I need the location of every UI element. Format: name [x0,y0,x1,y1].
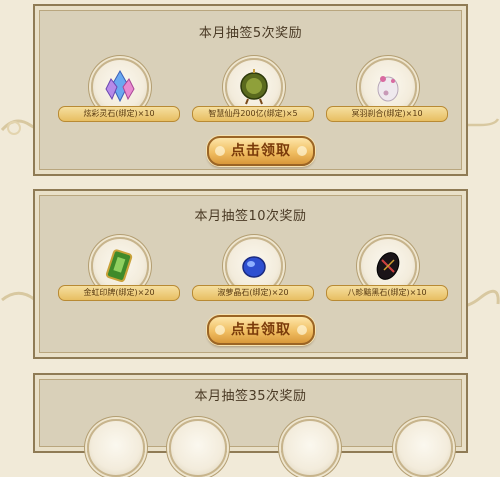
panel-title: 本月抽签35次奖励 [194,389,307,404]
button-flare-left [215,146,225,156]
blue-gem-icon [242,256,266,278]
button-flare-right [297,325,307,335]
reward-label: 炫彩灵石(绑定)×10 [58,106,180,122]
claim-button[interactable]: 点击领取 [207,136,315,166]
reward-icon-frame-partial [87,419,145,477]
button-flare-right [297,146,307,156]
reward-icon-frame-partial [395,419,453,477]
reward-panel-10: 本月抽签10次奖励 金虹印牌(绑定)×20 淑萝晶石(绑定)×20 八畛黯黑石(… [33,189,468,359]
reward-icon-frame-partial [169,419,227,477]
reward-label: 智慧仙丹200亿(绑定)×5 [192,106,314,122]
reward-label: 八畛黯黑石(绑定)×10 [326,285,448,301]
reward-icon-frame-partial [281,419,339,477]
panel-title: 本月抽签5次奖励 [198,26,303,41]
button-flare-left [215,325,225,335]
claim-button-label: 点击领取 [231,143,291,159]
reward-label: 冥羽刹合(绑定)×10 [326,106,448,122]
reward-panel-5: 本月抽签5次奖励 炫彩灵石(绑定)×10 智慧仙丹200亿(绑定)×5 冥羽刹合… [33,4,468,176]
reward-label: 淑萝晶石(绑定)×20 [192,285,314,301]
pearl-icon [377,76,399,102]
black-stone-icon [376,252,400,280]
crystal-icon [105,69,135,103]
jade-tablet-icon [105,249,133,283]
reward-label: 金虹印牌(绑定)×20 [58,285,180,301]
claim-button-label: 点击领取 [231,322,291,338]
reward-panel-35: 本月抽签35次奖励 [33,373,468,477]
elixir-icon [240,69,268,105]
claim-button[interactable]: 点击领取 [207,315,315,345]
panel-title: 本月抽签10次奖励 [194,209,307,224]
